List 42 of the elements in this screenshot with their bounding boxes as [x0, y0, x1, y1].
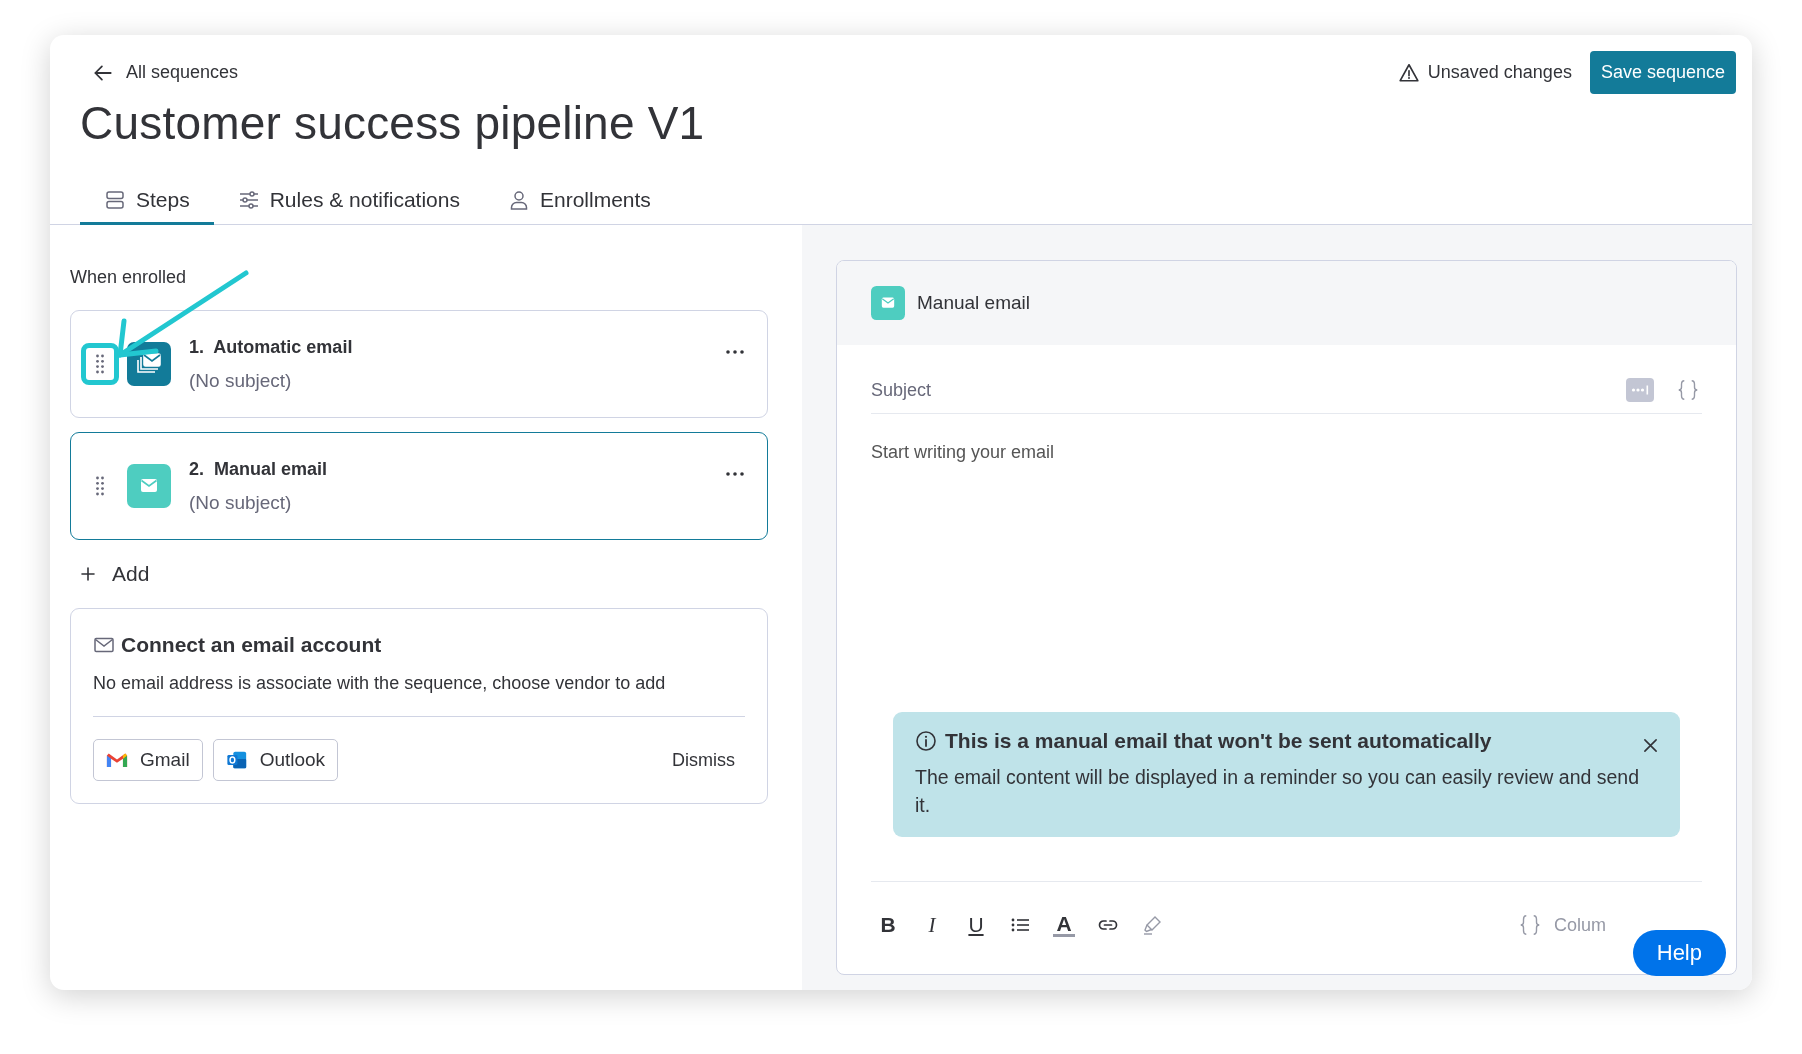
tab[interactable]: Enrollments — [483, 182, 675, 225]
save-sequence-button[interactable]: Save sequence — [1589, 51, 1736, 94]
step-title: 1. Automatic email — [189, 336, 354, 358]
drag-handle-icon[interactable] — [95, 475, 105, 497]
plus-icon — [80, 566, 96, 582]
notice-title: This is a manual email that won't be sent automatically — [945, 728, 1493, 753]
warning-icon — [1397, 61, 1420, 84]
trigger-label: When enrolled — [70, 267, 188, 288]
step-card[interactable]: 2. Manual email (No subject) — [70, 432, 768, 540]
outlook-logo-icon — [225, 749, 248, 771]
drag-handle-icon[interactable] — [95, 353, 105, 375]
add-step-button[interactable]: Add — [70, 554, 160, 594]
text-color-button[interactable]: A — [1053, 913, 1075, 937]
step-card[interactable]: 1. Automatic email (No subject) — [70, 310, 768, 418]
connect-message: No email address is associate with the sequence, choose vendor to add — [93, 673, 745, 717]
unsaved-changes-text: Unsaved changes — [1427, 62, 1572, 83]
rows-icon — [104, 189, 126, 211]
mail-icon — [871, 286, 905, 320]
more-icon[interactable] — [725, 349, 745, 355]
more-icon[interactable] — [725, 471, 745, 477]
step-subject: (No subject) — [189, 491, 293, 514]
editor-title: Manual email — [917, 292, 1030, 314]
page-title: Customer success pipeline V1 — [80, 96, 706, 150]
help-button[interactable]: Help — [1632, 930, 1726, 976]
underline-button[interactable]: U — [965, 913, 987, 937]
connect-title: Connect an email account — [121, 633, 382, 657]
bold-button[interactable]: B — [877, 913, 899, 937]
sliders-icon — [237, 189, 260, 211]
back-link[interactable]: All sequences — [80, 61, 239, 84]
notice-text: The email content will be displayed in a reminder so you can easily review and send it. — [915, 765, 1641, 818]
tab[interactable]: Steps — [80, 182, 214, 225]
dismiss-button[interactable]: Dismiss — [662, 741, 745, 779]
email-body-placeholder[interactable]: Start writing your email — [871, 442, 1055, 463]
pen-icon[interactable] — [1141, 914, 1163, 936]
info-icon — [915, 729, 937, 752]
step-title: 2. Manual email — [189, 458, 329, 480]
close-icon[interactable] — [1643, 738, 1658, 753]
tab[interactable]: Rules & notifications — [213, 182, 484, 225]
italic-button[interactable]: I — [921, 912, 943, 938]
step-subject: (No subject) — [189, 369, 293, 392]
vendor-button[interactable]: Gmail — [93, 739, 203, 781]
vendor-button[interactable]: Outlook — [212, 739, 339, 781]
